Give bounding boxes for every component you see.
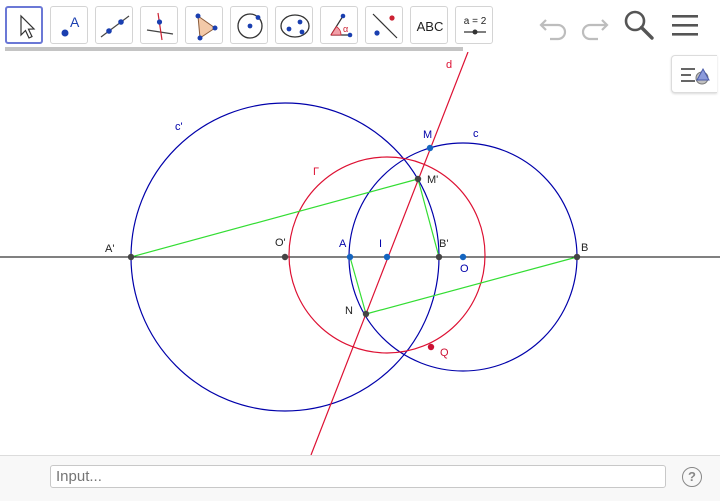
label-b-prime: B' [439,238,448,250]
label-d: d [446,59,452,71]
ellipse-tool-button[interactable] [275,6,313,44]
label-gamma: Γ [313,166,319,178]
label-b: B [581,242,588,254]
label-o: O [460,263,469,275]
label-i: I [379,238,382,250]
label-c-prime: c' [175,121,183,133]
slider-icon: a = 2 [464,16,487,35]
point-b[interactable] [573,253,581,261]
perpendicular-line-tool-button[interactable] [140,6,178,44]
point-o[interactable] [459,253,467,261]
undo-icon[interactable] [538,8,572,42]
circle-center-point-tool-button[interactable] [230,6,268,44]
redo-icon[interactable] [576,8,610,42]
polygon-icon [195,13,218,41]
point-a-prime[interactable] [127,253,135,261]
line-tool-button[interactable] [95,6,133,44]
ellipse-icon [280,14,310,38]
style-bar-toggle-button[interactable] [671,55,717,93]
label-m: M [423,129,432,141]
point-tool-button[interactable]: A [50,6,88,44]
reflect-tool-button[interactable] [365,6,403,44]
slider-tool-label: a = 2 [464,16,487,27]
point-m-prime[interactable] [414,175,422,183]
label-c: c [473,128,479,140]
point-o-prime[interactable] [281,253,289,261]
text-tool-label: ABC [417,19,444,34]
text-icon: ABC [417,19,444,34]
help-icon[interactable]: ? [682,467,702,487]
point-tool-label: A [70,14,80,30]
point-m[interactable] [426,144,434,152]
angle-tool-button[interactable]: α [320,6,358,44]
angle-icon: α [330,13,353,38]
hamburger-menu-icon[interactable] [668,8,702,42]
style-bar-icon [681,67,710,85]
point-a[interactable] [346,253,354,261]
segment-m-prime-b-prime[interactable] [417,178,440,258]
search-icon[interactable] [622,8,656,42]
label-n: N [345,305,353,317]
algebra-input-field[interactable] [50,465,666,488]
perpendicular-line-icon [146,12,174,41]
label-o-prime: O' [275,237,286,249]
point-icon: A [61,14,80,37]
move-tool-button[interactable] [5,6,43,44]
point-q[interactable] [427,343,435,351]
toolbar-scroll-indicator [5,47,463,51]
label-q: Q [440,347,449,359]
point-b-prime[interactable] [435,253,443,261]
reflect-about-line-icon [372,13,398,39]
slider-tool-button[interactable]: a = 2 [455,6,493,44]
line-icon [100,15,130,38]
graphics-view[interactable]: d c' c M M' Γ A' O' A I B' B O N Q [0,52,720,455]
point-n[interactable] [362,310,370,318]
angle-tool-label: α [343,24,348,34]
label-m-prime: M' [427,174,438,186]
point-i[interactable] [383,253,391,261]
cursor-arrow-icon [20,14,36,39]
text-tool-button[interactable]: ABC [410,6,448,44]
label-a-prime: A' [105,243,114,255]
line-d[interactable] [310,52,469,455]
polygon-tool-button[interactable] [185,6,223,44]
toolbar: A α ABC a = 2 [0,0,720,52]
circle-icon [237,13,263,39]
label-a: A [339,238,347,250]
